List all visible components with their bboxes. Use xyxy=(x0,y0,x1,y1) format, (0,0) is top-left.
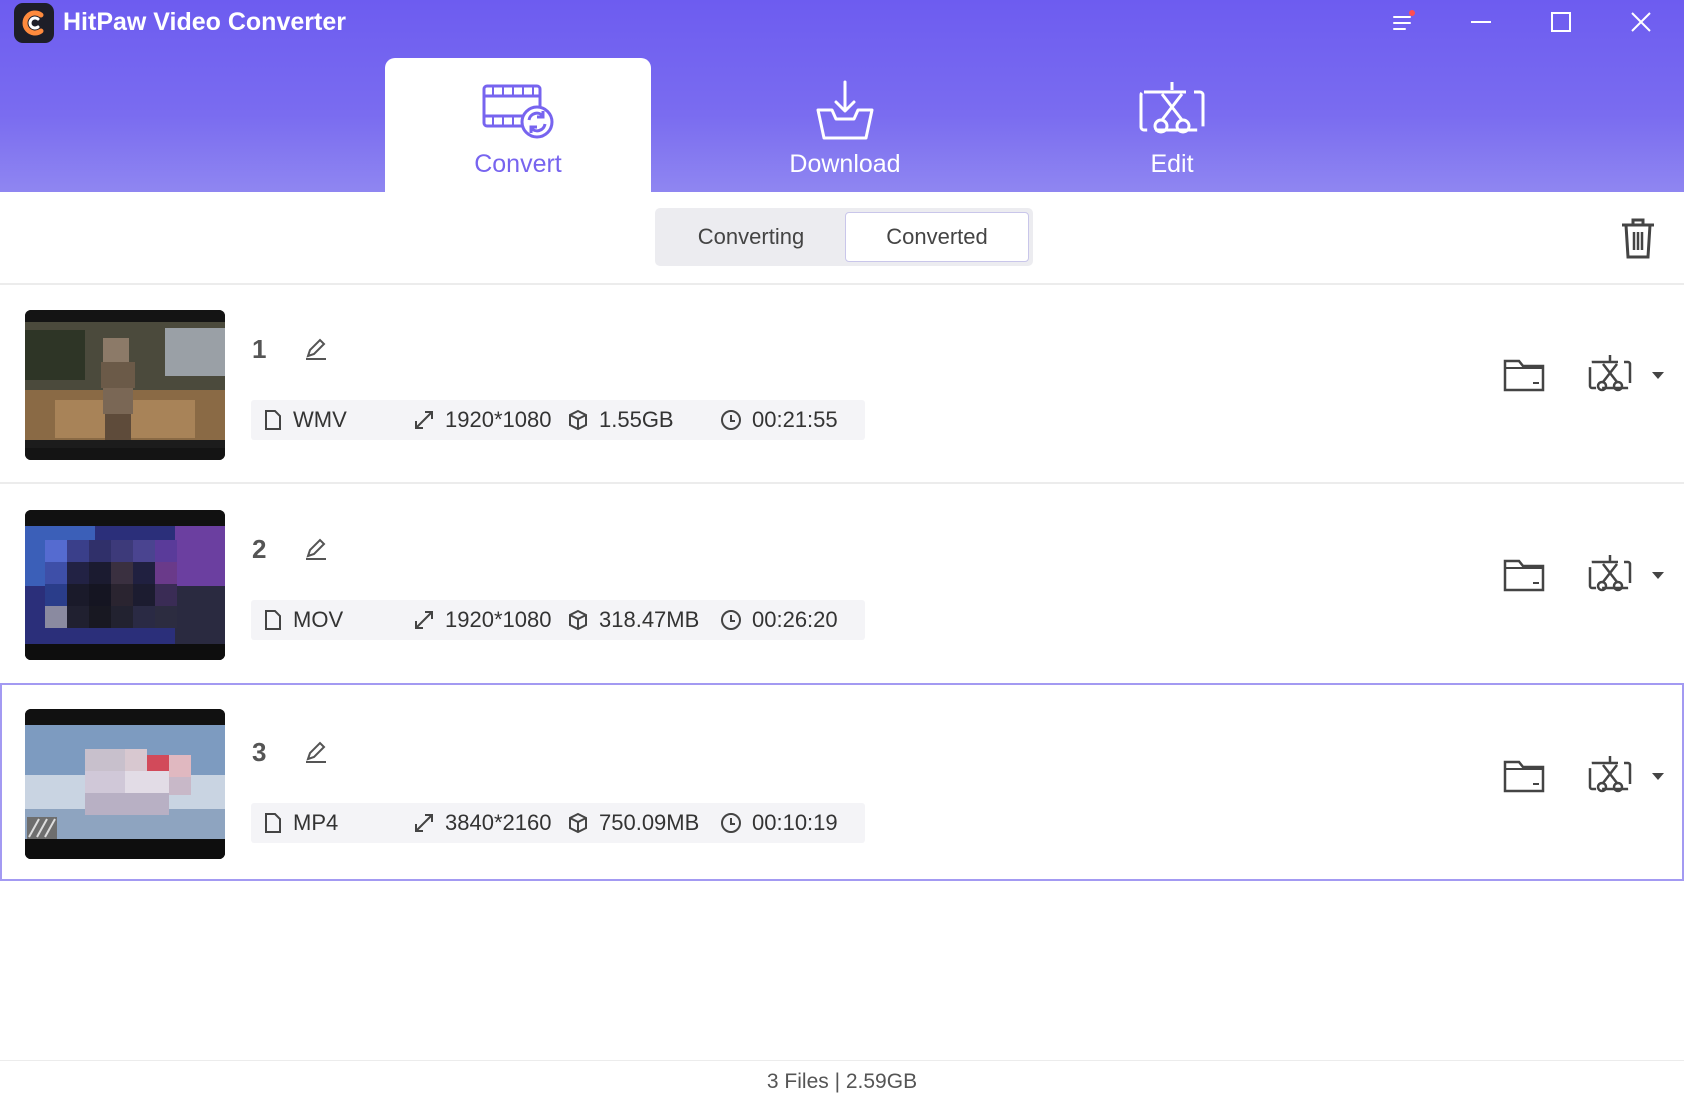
status-summary: 3 Files | 2.59GB xyxy=(766,1070,918,1093)
delete-all-button[interactable] xyxy=(1614,214,1662,262)
row-divider xyxy=(0,482,1684,484)
close-button[interactable] xyxy=(1621,4,1661,40)
open-folder-button[interactable] xyxy=(1499,350,1549,400)
maximize-button[interactable] xyxy=(1541,4,1581,40)
edit-video-button[interactable] xyxy=(1585,550,1635,600)
app-header: HitPaw Video Converter Convert Download … xyxy=(0,0,1684,192)
file-format-icon xyxy=(265,410,281,430)
app-logo-icon xyxy=(14,3,54,43)
clock-icon xyxy=(721,813,741,833)
file-size: 750.09MB xyxy=(599,810,700,835)
status-tab-switch: Converting Converted xyxy=(655,208,1033,266)
file-row-selected[interactable]: 3 MP4 3840*2160 750.09MB 00:10:19 xyxy=(0,683,1684,881)
list-top-divider xyxy=(0,283,1684,285)
open-folder-button[interactable] xyxy=(1499,550,1549,600)
menu-icon xyxy=(1393,10,1415,30)
file-format: MOV xyxy=(293,607,344,632)
notification-dot xyxy=(1409,10,1415,16)
minimize-icon xyxy=(1471,21,1491,23)
download-tray-icon xyxy=(816,80,874,140)
video-thumbnail xyxy=(25,709,225,859)
tab-converted[interactable]: Converted xyxy=(845,212,1029,262)
footer-divider xyxy=(0,1060,1684,1061)
tab-edit[interactable]: Edit xyxy=(1039,58,1305,192)
edit-scissors-icon xyxy=(1588,756,1632,793)
file-size-icon xyxy=(569,812,587,834)
edit-scissors-icon xyxy=(1588,555,1632,592)
edit-video-button[interactable] xyxy=(1585,751,1635,801)
close-icon xyxy=(1631,12,1651,32)
pencil-icon xyxy=(306,741,326,763)
file-info: MOV 1920*1080 318.47MB 00:26:20 xyxy=(251,600,865,640)
file-format: WMV xyxy=(293,407,347,432)
file-row[interactable]: 2 MOV 1920*1080 318.47MB 00:26:20 xyxy=(0,490,1684,688)
chevron-down-icon xyxy=(1652,773,1664,780)
more-options-dropdown[interactable] xyxy=(1646,363,1670,387)
file-format: MP4 xyxy=(293,810,339,835)
resolution-icon xyxy=(415,814,433,832)
tab-converting[interactable]: Converting xyxy=(659,212,843,262)
menu-button[interactable] xyxy=(1382,4,1422,40)
edit-video-button[interactable] xyxy=(1585,350,1635,400)
chevron-down-icon xyxy=(1652,572,1664,579)
tab-edit-label: Edit xyxy=(1150,150,1194,178)
clock-icon xyxy=(721,410,741,430)
file-size-icon xyxy=(569,609,587,631)
file-size-icon xyxy=(569,409,587,431)
maximize-icon xyxy=(1551,12,1571,32)
file-name: 1 xyxy=(252,334,267,364)
more-options-dropdown[interactable] xyxy=(1646,563,1670,587)
folder-icon xyxy=(1503,359,1545,392)
file-format-icon xyxy=(265,610,281,630)
open-folder-button[interactable] xyxy=(1499,751,1549,801)
file-resolution: 3840*2160 xyxy=(445,810,552,835)
file-resolution: 1920*1080 xyxy=(445,407,552,432)
file-size: 318.47MB xyxy=(599,607,700,632)
tab-download[interactable]: Download xyxy=(712,58,978,192)
folder-icon xyxy=(1503,559,1545,592)
chevron-down-icon xyxy=(1652,372,1664,379)
file-duration: 00:21:55 xyxy=(752,407,838,432)
rename-button[interactable] xyxy=(300,735,332,767)
minimize-button[interactable] xyxy=(1461,4,1501,40)
file-duration: 00:26:20 xyxy=(752,607,838,632)
video-thumbnail xyxy=(25,510,225,660)
clock-icon xyxy=(721,610,741,630)
file-duration: 00:10:19 xyxy=(752,810,838,835)
rename-button[interactable] xyxy=(300,332,332,364)
folder-icon xyxy=(1503,760,1545,793)
tab-convert-label: Convert xyxy=(474,150,562,178)
edit-scissors-icon xyxy=(1139,82,1205,134)
file-name: 3 xyxy=(252,737,267,767)
pencil-icon xyxy=(306,338,326,360)
trash-icon xyxy=(1622,218,1654,259)
tab-download-label: Download xyxy=(789,150,901,178)
file-info: MP4 3840*2160 750.09MB 00:10:19 xyxy=(251,803,865,843)
pencil-icon xyxy=(306,538,326,560)
convert-film-icon xyxy=(482,84,554,139)
file-info: WMV 1920*1080 1.55GB 00:21:55 xyxy=(251,400,865,440)
resolution-icon xyxy=(415,611,433,629)
edit-scissors-icon xyxy=(1588,355,1632,392)
file-row[interactable]: 1 WMV 1920*1080 1.55GB 00:21:55 xyxy=(0,290,1684,488)
app-title: HitPaw Video Converter xyxy=(63,8,346,36)
resolution-icon xyxy=(415,411,433,429)
file-size: 1.55GB xyxy=(599,407,674,432)
file-format-icon xyxy=(265,813,281,833)
file-name: 2 xyxy=(252,534,267,564)
more-options-dropdown[interactable] xyxy=(1646,764,1670,788)
file-resolution: 1920*1080 xyxy=(445,607,552,632)
video-thumbnail xyxy=(25,310,225,460)
rename-button[interactable] xyxy=(300,532,332,564)
tab-convert[interactable]: Convert xyxy=(385,58,651,192)
